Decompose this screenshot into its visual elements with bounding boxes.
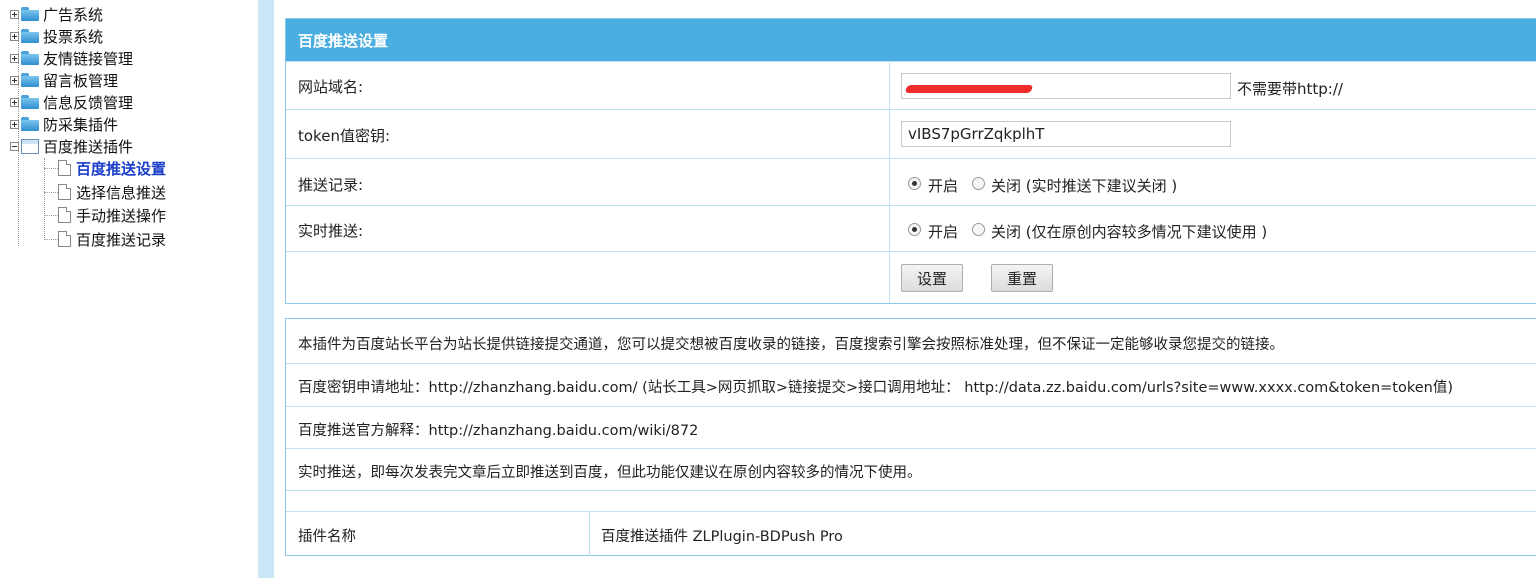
tree-node-label: 友情链接管理 <box>43 49 134 68</box>
submit-button[interactable]: 设置 <box>901 264 963 292</box>
window-icon <box>21 138 39 154</box>
tree-node-guestbook[interactable]: 留言板管理 <box>10 69 118 91</box>
folder-icon <box>21 95 39 109</box>
redaction-mark <box>904 85 1034 93</box>
tree-connector <box>44 215 58 216</box>
info-row: 百度推送官方解释：http://zhanzhang.baidu.com/wiki… <box>286 406 1536 449</box>
folder-icon <box>21 117 39 131</box>
record-off-radio[interactable] <box>972 177 985 190</box>
info-line: 百度密钥申请地址：http://zhanzhang.baidu.com/ (站长… <box>298 380 1454 396</box>
tree-child-label: 手动推送操作 <box>76 206 167 225</box>
record-on-label: 开启 <box>928 177 959 195</box>
tree-connector <box>18 10 19 246</box>
tree-child-label: 百度推送记录 <box>76 230 167 249</box>
document-icon <box>58 184 71 200</box>
record-off-label: 关闭 (实时推送下建议关闭 ) <box>991 177 1178 195</box>
frame-divider[interactable] <box>258 0 274 578</box>
realtime-label: 实时推送: <box>298 222 364 240</box>
tree-node-ads[interactable]: 广告系统 <box>10 3 103 25</box>
info-spacer-row <box>286 490 1536 511</box>
info-line: 百度推送官方解释：http://zhanzhang.baidu.com/wiki… <box>298 423 699 439</box>
reset-button[interactable]: 重置 <box>991 264 1053 292</box>
nav-tree: 广告系统 投票系统 友情链接管理 留言板管理 信息反馈管理 防采集插件 百度推送… <box>0 0 258 578</box>
info-panel: 本插件为百度站长平台为站长提供链接提交通道，您可以提交想被百度收录的链接，百度搜… <box>285 318 1536 556</box>
tree-node-label: 防采集插件 <box>43 115 119 134</box>
column-divider <box>589 512 590 556</box>
tree-node-baidu-push[interactable]: 百度推送插件 <box>10 135 133 157</box>
plugin-name-label: 插件名称 <box>298 529 356 545</box>
tree-connector <box>44 158 45 240</box>
realtime-on-radio[interactable] <box>908 223 921 236</box>
realtime-off-label: 关闭 (仅在原创内容较多情况下建议使用 ) <box>991 223 1268 241</box>
tree-child-push-settings[interactable]: 百度推送设置 <box>58 157 166 179</box>
folder-icon <box>21 51 39 65</box>
tree-child-select-push[interactable]: 选择信息推送 <box>58 181 166 203</box>
realtime-off-radio[interactable] <box>972 223 985 236</box>
plugin-name-row: 插件名称 百度推送插件 ZLPlugin-BDPush Pro <box>286 511 1536 556</box>
info-line: 本插件为百度站长平台为站长提供链接提交通道，您可以提交想被百度收录的链接，百度搜… <box>298 337 1284 353</box>
folder-icon <box>21 29 39 43</box>
tree-node-feedback[interactable]: 信息反馈管理 <box>10 91 133 113</box>
record-label: 推送记录: <box>298 176 364 194</box>
token-input[interactable]: vIBS7pGrrZqkplhT <box>901 121 1231 147</box>
settings-panel: 百度推送设置 网站域名: 不需要带http:// token值密钥: vIBS7… <box>285 18 1536 304</box>
tree-node-label: 信息反馈管理 <box>43 93 134 112</box>
document-icon <box>58 207 71 223</box>
tree-node-label: 留言板管理 <box>43 71 119 90</box>
tree-child-label: 百度推送设置 <box>76 159 167 178</box>
info-row: 实时推送，即每次发表完文章后立即推送到百度，但此功能仅建议在原创内容较多的情况下… <box>286 448 1536 491</box>
tree-node-label: 百度推送插件 <box>43 137 134 156</box>
document-icon <box>58 160 71 176</box>
tree-node-links[interactable]: 友情链接管理 <box>10 47 133 69</box>
tree-node-label: 广告系统 <box>43 5 104 24</box>
tree-node-anticollect[interactable]: 防采集插件 <box>10 113 118 135</box>
record-on-radio[interactable] <box>908 177 921 190</box>
tree-node-vote[interactable]: 投票系统 <box>10 25 103 47</box>
tree-child-manual-push[interactable]: 手动推送操作 <box>58 204 166 226</box>
tree-connector <box>44 168 58 169</box>
tree-node-label: 投票系统 <box>43 27 104 46</box>
info-row: 本插件为百度站长平台为站长提供链接提交通道，您可以提交想被百度收录的链接，百度搜… <box>286 319 1536 361</box>
domain-label: 网站域名: <box>298 78 364 96</box>
tree-child-push-records[interactable]: 百度推送记录 <box>58 228 166 250</box>
document-icon <box>58 231 71 247</box>
info-line: 实时推送，即每次发表完文章后立即推送到百度，但此功能仅建议在原创内容较多的情况下… <box>298 465 922 481</box>
token-label: token值密钥: <box>298 127 390 145</box>
folder-icon <box>21 73 39 87</box>
folder-icon <box>21 7 39 21</box>
plugin-name-value: 百度推送插件 ZLPlugin-BDPush Pro <box>601 529 843 545</box>
realtime-on-label: 开启 <box>928 223 959 241</box>
domain-hint: 不需要带http:// <box>1237 80 1343 98</box>
panel-title: 百度推送设置 <box>286 19 1536 62</box>
tree-child-label: 选择信息推送 <box>76 183 167 202</box>
info-row: 百度密钥申请地址：http://zhanzhang.baidu.com/ (站长… <box>286 363 1536 406</box>
tree-connector <box>44 192 58 193</box>
tree-connector <box>44 239 58 240</box>
